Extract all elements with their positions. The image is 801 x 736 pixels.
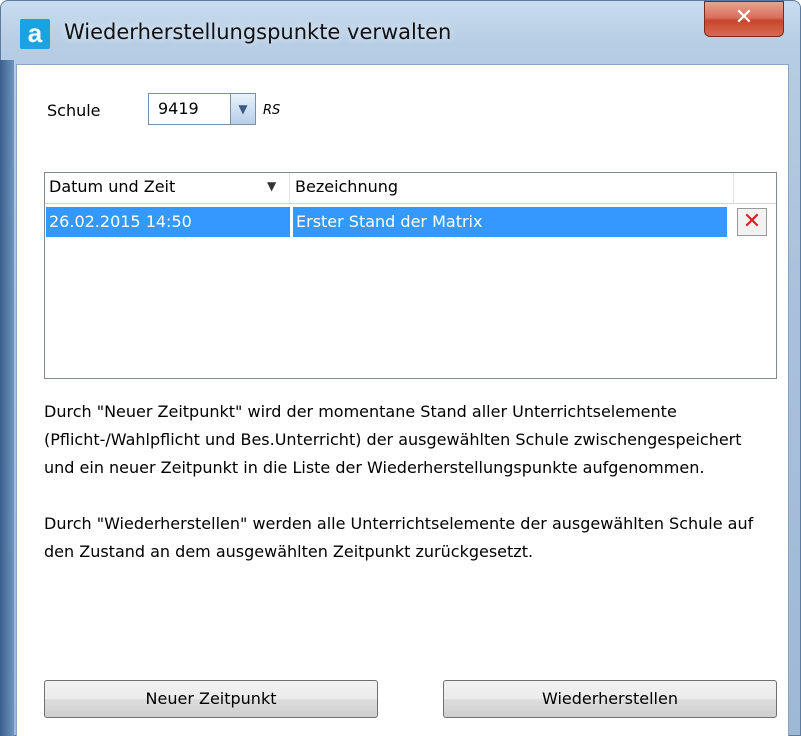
school-value: 9419: [158, 99, 199, 118]
header-divider[interactable]: [733, 173, 734, 203]
row-name-cell[interactable]: Erster Stand der Matrix: [293, 207, 727, 237]
header-divider[interactable]: [289, 173, 290, 203]
description-paragraph-new: Durch "Neuer Zeitpunkt" wird der momenta…: [44, 402, 742, 477]
close-icon: ✕: [734, 5, 754, 30]
description-paragraph-restore: Durch "Wiederherstellen" werden alle Unt…: [44, 514, 754, 561]
school-label: Schule: [47, 101, 101, 120]
window-title: Wiederherstellungspunkte verwalten: [64, 20, 452, 44]
school-combobox[interactable]: 9419 ▼: [148, 93, 256, 125]
new-point-button[interactable]: Neuer Zeitpunkt: [44, 680, 378, 718]
column-header-date[interactable]: Datum und Zeit: [49, 177, 175, 196]
title-bar[interactable]: a Wiederherstellungspunkte verwalten ✕: [0, 0, 801, 64]
delete-icon[interactable]: ✕: [737, 208, 767, 236]
table-row[interactable]: 26.02.2015 14:50 Erster Stand der Matrix…: [46, 207, 775, 237]
school-type-label: RS: [263, 103, 281, 118]
description-text: Durch "Neuer Zeitpunkt" wird der momenta…: [44, 398, 769, 566]
restore-button[interactable]: Wiederherstellen: [443, 680, 777, 718]
close-button[interactable]: ✕: [704, 1, 784, 37]
restore-points-list[interactable]: Datum und Zeit ▼ Bezeichnung 26.02.2015 …: [44, 172, 777, 379]
column-header-name[interactable]: Bezeichnung: [295, 177, 398, 196]
app-icon: a: [20, 19, 50, 49]
list-header: Datum und Zeit ▼ Bezeichnung: [45, 173, 776, 204]
row-date-cell[interactable]: 26.02.2015 14:50: [46, 207, 290, 237]
window-frame-shade: [0, 60, 14, 736]
chevron-down-icon[interactable]: ▼: [230, 94, 255, 124]
sort-desc-icon: ▼: [267, 179, 277, 193]
